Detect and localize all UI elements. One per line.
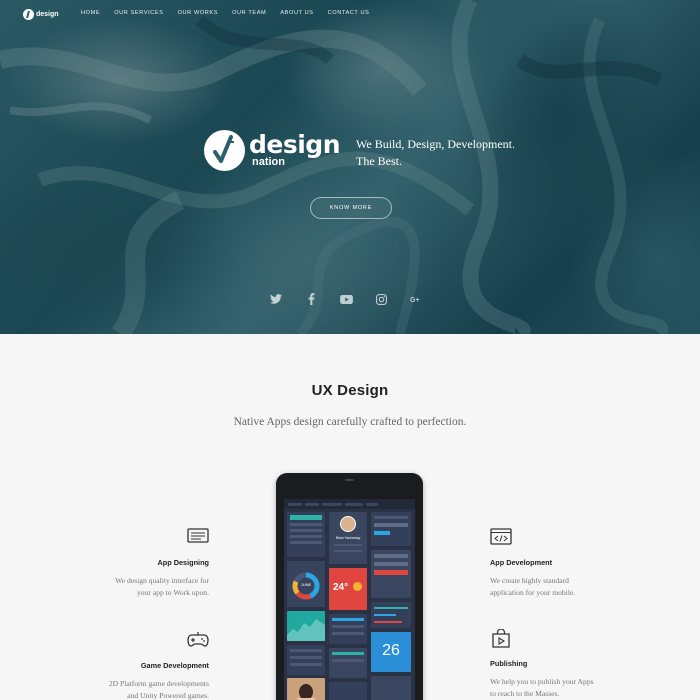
screen-calendar-card: 26 xyxy=(371,632,411,672)
screen-message-card xyxy=(329,648,367,678)
feature-description: We design quality interface for your app … xyxy=(115,576,209,597)
screen-weather-card: 24° xyxy=(329,568,367,610)
nav-link-our-works[interactable]: OUR WORKS xyxy=(178,10,219,16)
facebook-icon[interactable] xyxy=(304,292,318,306)
nav-logo[interactable]: design xyxy=(23,9,59,20)
hero-overlay xyxy=(0,0,700,334)
monitor-icon xyxy=(187,528,209,546)
hero-brand-logo: design nation xyxy=(204,130,341,171)
section-title: UX Design xyxy=(311,382,389,399)
nav-links: HOME OUR SERVICES OUR WORKS OUR TEAM ABO… xyxy=(81,10,369,16)
feature-description: 2D Platform game developments and Unity P… xyxy=(108,679,209,700)
screen-profile-name: Brian Yachamay xyxy=(335,536,361,540)
screen-feed-card xyxy=(329,682,367,700)
code-window-icon xyxy=(490,528,512,546)
svg-text:G+: G+ xyxy=(410,297,420,304)
screen-stats-card xyxy=(329,614,367,644)
screen-calendar-day: 26 xyxy=(382,642,400,659)
play-bag-icon xyxy=(490,628,512,648)
instagram-icon[interactable] xyxy=(374,292,388,306)
phone-mockup: JUNE Brian Yachamay 24° 26 xyxy=(276,473,423,700)
feature-game-development: Game Development 2D Platform game develo… xyxy=(79,631,209,700)
feature-description: We create highly standard application for… xyxy=(490,576,576,597)
screen-schedule-card xyxy=(371,676,411,700)
feature-title: Publishing xyxy=(490,659,528,668)
twitter-icon[interactable] xyxy=(269,292,283,306)
screen-account-card xyxy=(371,550,411,598)
gamepad-icon xyxy=(187,631,209,649)
feature-title: App Development xyxy=(490,558,553,567)
section-subtitle: Native Apps design carefully crafted to … xyxy=(233,416,467,428)
feature-title: App Designing xyxy=(157,558,209,567)
nav-link-home[interactable]: HOME xyxy=(81,10,100,16)
screen-chart-label: JUNE xyxy=(300,582,312,587)
top-navigation: design HOME OUR SERVICES OUR WORKS OUR T… xyxy=(0,0,700,28)
screen-donut-card: JUNE xyxy=(287,561,325,607)
feature-publishing: Publishing We help you to publish your A… xyxy=(490,628,620,700)
nav-link-our-team[interactable]: OUR TEAM xyxy=(232,10,266,16)
screen-profile-card: Brian Yachamay xyxy=(329,512,367,564)
nav-logo-text: design xyxy=(36,11,59,18)
screen-newsletter-card xyxy=(371,512,411,546)
screen-weather-temp: 24° xyxy=(333,582,349,593)
brand-mark-icon xyxy=(204,130,245,171)
nav-link-contact-us[interactable]: CONTACT US xyxy=(328,10,370,16)
screen-progress-card xyxy=(371,602,411,628)
social-links: G+ xyxy=(269,292,423,306)
screen-tab-bar xyxy=(284,499,415,509)
nav-link-our-services[interactable]: OUR SERVICES xyxy=(114,10,163,16)
know-more-button[interactable]: KNOW MORE xyxy=(310,197,392,219)
hero-tagline: We Build, Design, Development. The Best. xyxy=(356,136,556,170)
hero-section: design HOME OUR SERVICES OUR WORKS OUR T… xyxy=(0,0,700,334)
logo-mark-icon xyxy=(23,9,34,20)
phone-screen: JUNE Brian Yachamay 24° 26 xyxy=(284,499,415,700)
google-plus-icon[interactable]: G+ xyxy=(409,292,423,306)
screen-list-card xyxy=(287,645,325,675)
brand-word: design xyxy=(249,130,341,159)
feature-title: Game Development xyxy=(140,661,209,670)
screen-menu-card xyxy=(287,512,325,557)
feature-app-development: App Development We create highly standar… xyxy=(490,528,620,599)
feature-description: We help you to publish your Apps to reach… xyxy=(490,677,594,698)
youtube-icon[interactable] xyxy=(339,292,353,306)
screen-graph-card xyxy=(287,611,325,641)
feature-app-designing: App Designing We design quality interfac… xyxy=(79,528,209,599)
screen-photo-card xyxy=(287,678,325,700)
tagline-line-1: We Build, Design, Development. xyxy=(356,137,516,151)
tagline-line-2: The Best. xyxy=(356,154,402,168)
nav-link-about-us[interactable]: ABOUT US xyxy=(280,10,313,16)
phone-speaker xyxy=(345,479,354,481)
